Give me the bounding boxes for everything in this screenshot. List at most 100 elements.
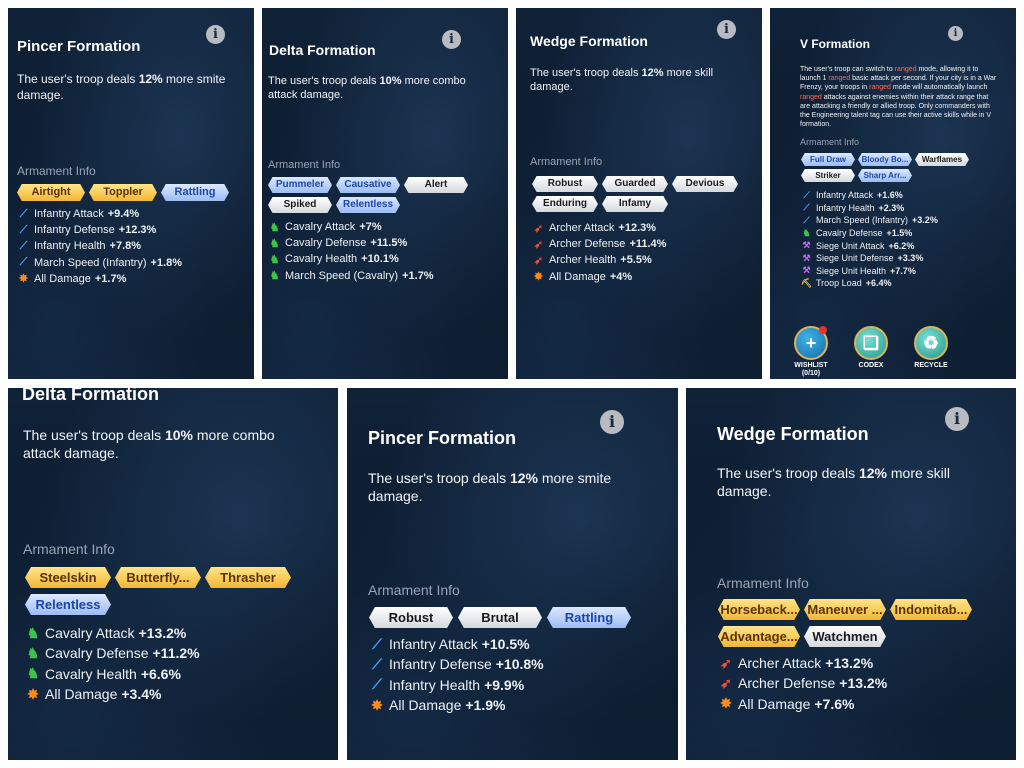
armament-tag[interactable]: Guarded xyxy=(602,176,668,192)
stat-row: ⟋ Infantry Attack +10.5% xyxy=(369,634,544,654)
stat-label: Cavalry Attack xyxy=(45,625,135,642)
stat-label: Cavalry Defense xyxy=(45,645,149,662)
stat-label: Infantry Attack xyxy=(389,636,478,653)
siege-icon: ⚒ xyxy=(802,265,811,276)
armament-tag[interactable]: Alert xyxy=(404,177,468,193)
stat-row: ⚒ Siege Unit Attack +6.2% xyxy=(801,239,938,252)
stat-value: +10.8% xyxy=(495,656,544,673)
armament-tag[interactable]: Warflames xyxy=(915,153,969,166)
cavalry-icon: ♞ xyxy=(802,227,811,238)
armament-tag[interactable]: Airtight xyxy=(17,184,85,201)
info-icon[interactable]: i xyxy=(600,410,624,434)
formation-description: The user's troop deals 10% more combo at… xyxy=(23,427,275,462)
armament-tag[interactable]: Pummeler xyxy=(268,177,332,193)
stat-value: +11.4% xyxy=(629,238,667,251)
stat-label: Infantry Attack xyxy=(34,208,104,221)
armament-tag[interactable]: Infamy xyxy=(602,196,668,212)
stat-label: Cavalry Attack xyxy=(285,221,356,234)
armament-tag[interactable]: Devious xyxy=(672,176,738,192)
stat-label: Archer Health xyxy=(549,254,617,267)
stat-value: +10.5% xyxy=(481,636,530,653)
formation-title: Delta Formation xyxy=(22,388,160,404)
armament-tag[interactable]: Full Draw xyxy=(801,153,855,166)
infantry-icon: ⟋ xyxy=(372,635,382,652)
armament-tags: Airtight Toppler Rattling xyxy=(17,184,229,205)
recycle-button[interactable]: ♻ RECYCLE xyxy=(910,326,952,379)
archer-icon: ➶ xyxy=(533,254,544,267)
armament-tag[interactable]: Brutal xyxy=(458,607,542,628)
button-label: WISHLIST xyxy=(794,362,828,369)
codex-button[interactable]: ❑ CODEX xyxy=(850,326,892,379)
stat-row: ♞ Cavalry Attack +7% xyxy=(268,219,434,235)
formation-description: The user's troop deals 12% more skill da… xyxy=(717,465,951,500)
stat-label: March Speed (Cavalry) xyxy=(285,269,399,282)
armament-tag[interactable]: Robust xyxy=(532,176,598,192)
armament-tag[interactable]: Indomitab... xyxy=(890,599,972,620)
armament-tag[interactable]: Sharp Arr... xyxy=(858,169,912,182)
stat-row: ⚒ Siege Unit Health +7.7% xyxy=(801,265,938,278)
infantry-icon: ⟋ xyxy=(803,189,810,200)
stat-row: ⟋ Infantry Health +7.8% xyxy=(17,238,182,254)
info-icon[interactable]: i xyxy=(945,407,969,431)
infantry-icon: ⟋ xyxy=(803,214,810,225)
stat-label: Troop Load xyxy=(816,278,862,289)
stat-label: Infantry Health xyxy=(816,202,875,213)
info-icon[interactable]: i xyxy=(717,20,736,39)
stat-list: ➶ Archer Attack +13.2% ➶ Archer Defense +13.2… xyxy=(718,653,887,714)
stat-label: March Speed (Infantry) xyxy=(816,215,909,226)
stat-value: +1.8% xyxy=(150,256,183,269)
armament-tag[interactable]: Rattling xyxy=(161,184,229,201)
stat-value: +6.6% xyxy=(140,665,181,682)
armament-tag[interactable]: Enduring xyxy=(532,196,598,212)
all-damage-icon: ✸ xyxy=(371,696,383,713)
armament-tag[interactable]: Advantage... xyxy=(718,626,800,647)
armament-tag[interactable]: Toppler xyxy=(89,184,157,201)
armament-tag[interactable]: Watchmen xyxy=(804,626,886,647)
armament-tag[interactable]: Spiked xyxy=(268,197,332,213)
armament-tag[interactable]: Rattling xyxy=(547,607,631,628)
all-damage-icon: ✸ xyxy=(18,273,29,286)
stat-list: ♞ Cavalry Attack +13.2% ♞ Cavalry Defense +11… xyxy=(25,623,200,704)
cavalry-icon: ♞ xyxy=(26,665,40,682)
notification-dot xyxy=(819,326,827,334)
stat-row: ♞ March Speed (Cavalry) +1.7% xyxy=(268,268,434,284)
infantry-icon: ⟋ xyxy=(19,239,28,252)
armament-info-label: Armament Info xyxy=(17,164,96,178)
cavalry-icon: ♞ xyxy=(269,221,280,234)
stat-row: ♞ Cavalry Defense +11.2% xyxy=(25,643,200,663)
armament-tag[interactable]: Maneuver ... xyxy=(804,599,886,620)
armament-tag[interactable]: Thrasher xyxy=(205,567,291,588)
stat-value: +13.2% xyxy=(825,655,874,672)
wishlist-button[interactable]: + WISHLIST (0/10) xyxy=(790,326,832,379)
panel-wedge-formation-2: i Wedge Formation The user's troop deals… xyxy=(686,388,1016,760)
armament-tag[interactable]: Relentless xyxy=(25,594,111,615)
info-icon[interactable]: i xyxy=(948,26,963,41)
armament-tag[interactable]: Butterfly... xyxy=(115,567,201,588)
stat-value: +9.9% xyxy=(484,676,525,693)
armament-tag[interactable]: Robust xyxy=(369,607,453,628)
stat-label: All Damage xyxy=(389,697,462,714)
armament-tag[interactable]: Horseback... xyxy=(718,599,800,620)
all-damage-icon: ✸ xyxy=(27,685,39,702)
info-icon[interactable]: i xyxy=(206,25,225,44)
archer-icon: ➶ xyxy=(533,238,544,251)
stat-value: +1.7% xyxy=(94,272,127,285)
stat-value: +13.2% xyxy=(839,675,888,692)
info-icon[interactable]: i xyxy=(442,30,461,49)
stat-row: ➶ Archer Attack +13.2% xyxy=(718,653,887,673)
armament-tag[interactable]: Striker xyxy=(801,169,855,182)
armament-tags: Robust Brutal Rattling xyxy=(369,607,631,632)
stat-row: ⟋ Infantry Attack +1.6% xyxy=(801,189,938,202)
panel-delta-formation-1: i Delta Formation The user's troop deals… xyxy=(262,8,508,379)
armament-tag[interactable]: Causative xyxy=(336,177,400,193)
formation-title: Wedge Formation xyxy=(717,424,869,444)
stat-row: ✸ All Damage +3.4% xyxy=(25,684,200,704)
armament-tag[interactable]: Steelskin xyxy=(25,567,111,588)
stat-label: March Speed (Infantry) xyxy=(34,256,147,269)
panel-pincer-formation-1: i Pincer Formation The user's troop deal… xyxy=(8,8,254,379)
armament-info-label: Armament Info xyxy=(23,541,115,557)
armament-tag[interactable]: Bloody Bo... xyxy=(858,153,912,166)
stat-value: +1.7% xyxy=(402,269,434,282)
stat-label: Cavalry Defense xyxy=(285,237,367,250)
armament-tag[interactable]: Relentless xyxy=(336,197,400,213)
